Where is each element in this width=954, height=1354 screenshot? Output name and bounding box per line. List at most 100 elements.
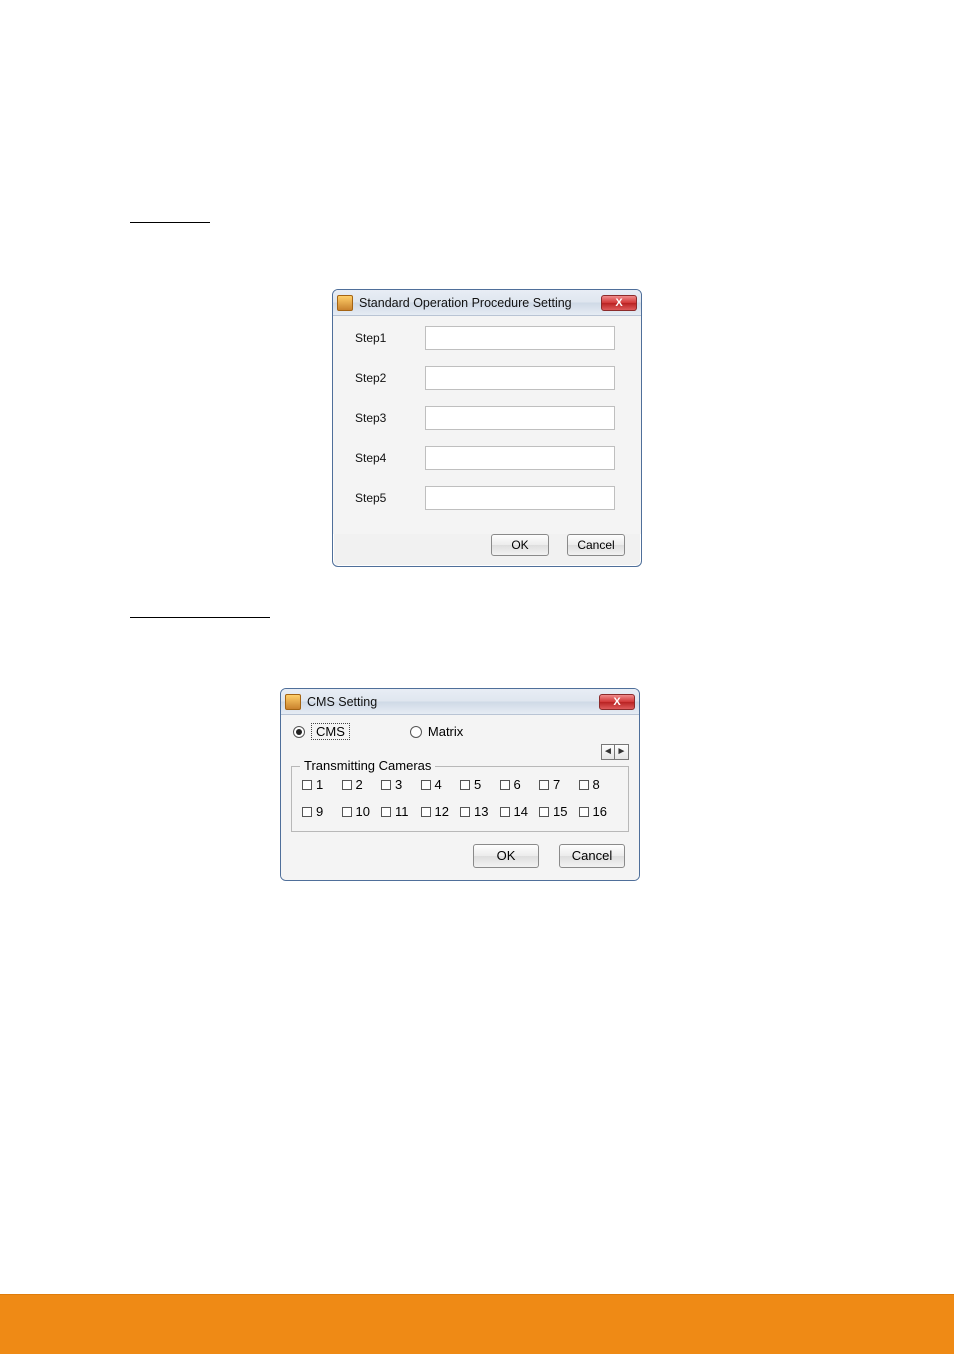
ok-button[interactable]: OK bbox=[473, 844, 539, 868]
section2-spacer bbox=[130, 644, 824, 684]
checkbox-icon bbox=[302, 807, 312, 817]
section1-spacer bbox=[130, 249, 824, 289]
camera-label: 14 bbox=[514, 804, 528, 819]
camera-checkbox-2[interactable]: 2 bbox=[342, 777, 382, 792]
camera-label: 8 bbox=[593, 777, 600, 792]
sop-dialog: Standard Operation Procedure Setting X S… bbox=[332, 289, 642, 567]
step3-row: Step3 bbox=[355, 406, 625, 430]
cms-dialog: CMS Setting X CMS Matrix ◄ ► bbox=[280, 688, 640, 881]
radio-matrix[interactable]: Matrix bbox=[410, 724, 463, 739]
sop-dialog-wrapper: Standard Operation Procedure Setting X S… bbox=[332, 289, 642, 567]
camera-checkbox-7[interactable]: 7 bbox=[539, 777, 579, 792]
radio-cms-label: CMS bbox=[311, 723, 350, 740]
camera-checkbox-5[interactable]: 5 bbox=[460, 777, 500, 792]
sop-button-row: OK Cancel bbox=[333, 534, 641, 566]
group-legend: Transmitting Cameras bbox=[300, 758, 435, 773]
document-page: Standard Operation Procedure Setting X S… bbox=[0, 0, 954, 1354]
camera-label: 15 bbox=[553, 804, 567, 819]
camera-checkbox-10[interactable]: 10 bbox=[342, 804, 382, 819]
camera-row-1: 1 2 3 4 5 6 7 8 bbox=[302, 777, 618, 792]
camera-checkbox-14[interactable]: 14 bbox=[500, 804, 540, 819]
app-icon bbox=[285, 694, 301, 710]
sop-titlebar[interactable]: Standard Operation Procedure Setting X bbox=[333, 290, 641, 316]
camera-label: 6 bbox=[514, 777, 521, 792]
step3-input[interactable] bbox=[425, 406, 615, 430]
radio-matrix-label: Matrix bbox=[428, 724, 463, 739]
cancel-button[interactable]: Cancel bbox=[567, 534, 625, 556]
camera-label: 4 bbox=[435, 777, 442, 792]
camera-label: 5 bbox=[474, 777, 481, 792]
cms-titlebar[interactable]: CMS Setting X bbox=[281, 689, 639, 715]
checkbox-icon bbox=[579, 807, 589, 817]
camera-checkbox-6[interactable]: 6 bbox=[500, 777, 540, 792]
checkbox-icon bbox=[302, 780, 312, 790]
close-icon[interactable]: X bbox=[601, 295, 637, 311]
step1-row: Step1 bbox=[355, 326, 625, 350]
checkbox-icon bbox=[460, 780, 470, 790]
camera-label: 2 bbox=[356, 777, 363, 792]
arrow-right-button[interactable]: ► bbox=[615, 744, 629, 760]
camera-checkbox-12[interactable]: 12 bbox=[421, 804, 461, 819]
camera-checkbox-8[interactable]: 8 bbox=[579, 777, 619, 792]
cms-body: CMS Matrix ◄ ► Transmitting Cameras 1 2 bbox=[281, 715, 639, 880]
camera-checkbox-15[interactable]: 15 bbox=[539, 804, 579, 819]
section1-underline bbox=[130, 222, 210, 223]
camera-checkbox-11[interactable]: 11 bbox=[381, 804, 421, 819]
radio-dot-icon bbox=[410, 726, 422, 738]
step4-row: Step4 bbox=[355, 446, 625, 470]
camera-label: 9 bbox=[316, 804, 323, 819]
cms-button-row: OK Cancel bbox=[281, 844, 639, 880]
checkbox-icon bbox=[421, 780, 431, 790]
step2-row: Step2 bbox=[355, 366, 625, 390]
checkbox-icon bbox=[381, 807, 391, 817]
camera-checkbox-1[interactable]: 1 bbox=[302, 777, 342, 792]
gap bbox=[130, 589, 824, 595]
camera-label: 16 bbox=[593, 804, 607, 819]
step2-input[interactable] bbox=[425, 366, 615, 390]
checkbox-icon bbox=[460, 807, 470, 817]
radio-cms[interactable]: CMS bbox=[293, 723, 350, 740]
camera-checkbox-13[interactable]: 13 bbox=[460, 804, 500, 819]
camera-checkbox-9[interactable]: 9 bbox=[302, 804, 342, 819]
cms-dialog-wrapper: CMS Setting X CMS Matrix ◄ ► bbox=[280, 688, 640, 881]
mode-row: CMS Matrix bbox=[281, 715, 639, 744]
camera-label: 12 bbox=[435, 804, 449, 819]
camera-checkbox-16[interactable]: 16 bbox=[579, 804, 619, 819]
app-icon bbox=[337, 295, 353, 311]
radio-dot-icon bbox=[293, 726, 305, 738]
checkbox-icon bbox=[579, 780, 589, 790]
cms-title: CMS Setting bbox=[307, 695, 593, 709]
step1-input[interactable] bbox=[425, 326, 615, 350]
arrow-left-button[interactable]: ◄ bbox=[601, 744, 615, 760]
checkbox-icon bbox=[500, 780, 510, 790]
step4-input[interactable] bbox=[425, 446, 615, 470]
camera-label: 11 bbox=[395, 804, 409, 819]
ok-button[interactable]: OK bbox=[491, 534, 549, 556]
close-icon[interactable]: X bbox=[599, 694, 635, 710]
camera-label: 7 bbox=[553, 777, 560, 792]
checkbox-icon bbox=[381, 780, 391, 790]
camera-checkbox-3[interactable]: 3 bbox=[381, 777, 421, 792]
checkbox-icon bbox=[500, 807, 510, 817]
page-footer bbox=[0, 1294, 954, 1354]
section2-underline bbox=[130, 617, 270, 618]
cancel-button[interactable]: Cancel bbox=[559, 844, 625, 868]
step4-label: Step4 bbox=[355, 451, 395, 465]
camera-label: 10 bbox=[356, 804, 370, 819]
camera-row-2: 9 10 11 12 13 14 15 16 bbox=[302, 804, 618, 819]
checkbox-icon bbox=[421, 807, 431, 817]
sop-body: Step1 Step2 Step3 Step4 Step5 bbox=[333, 316, 641, 534]
camera-label: 3 bbox=[395, 777, 402, 792]
step5-label: Step5 bbox=[355, 491, 395, 505]
checkbox-icon bbox=[539, 780, 549, 790]
camera-label: 1 bbox=[316, 777, 323, 792]
checkbox-icon bbox=[539, 807, 549, 817]
step1-label: Step1 bbox=[355, 331, 395, 345]
camera-checkbox-4[interactable]: 4 bbox=[421, 777, 461, 792]
checkbox-icon bbox=[342, 807, 352, 817]
transmitting-cameras-group: Transmitting Cameras 1 2 3 4 5 6 7 8 9 1… bbox=[291, 766, 629, 832]
step3-label: Step3 bbox=[355, 411, 395, 425]
step5-row: Step5 bbox=[355, 486, 625, 510]
step5-input[interactable] bbox=[425, 486, 615, 510]
checkbox-icon bbox=[342, 780, 352, 790]
